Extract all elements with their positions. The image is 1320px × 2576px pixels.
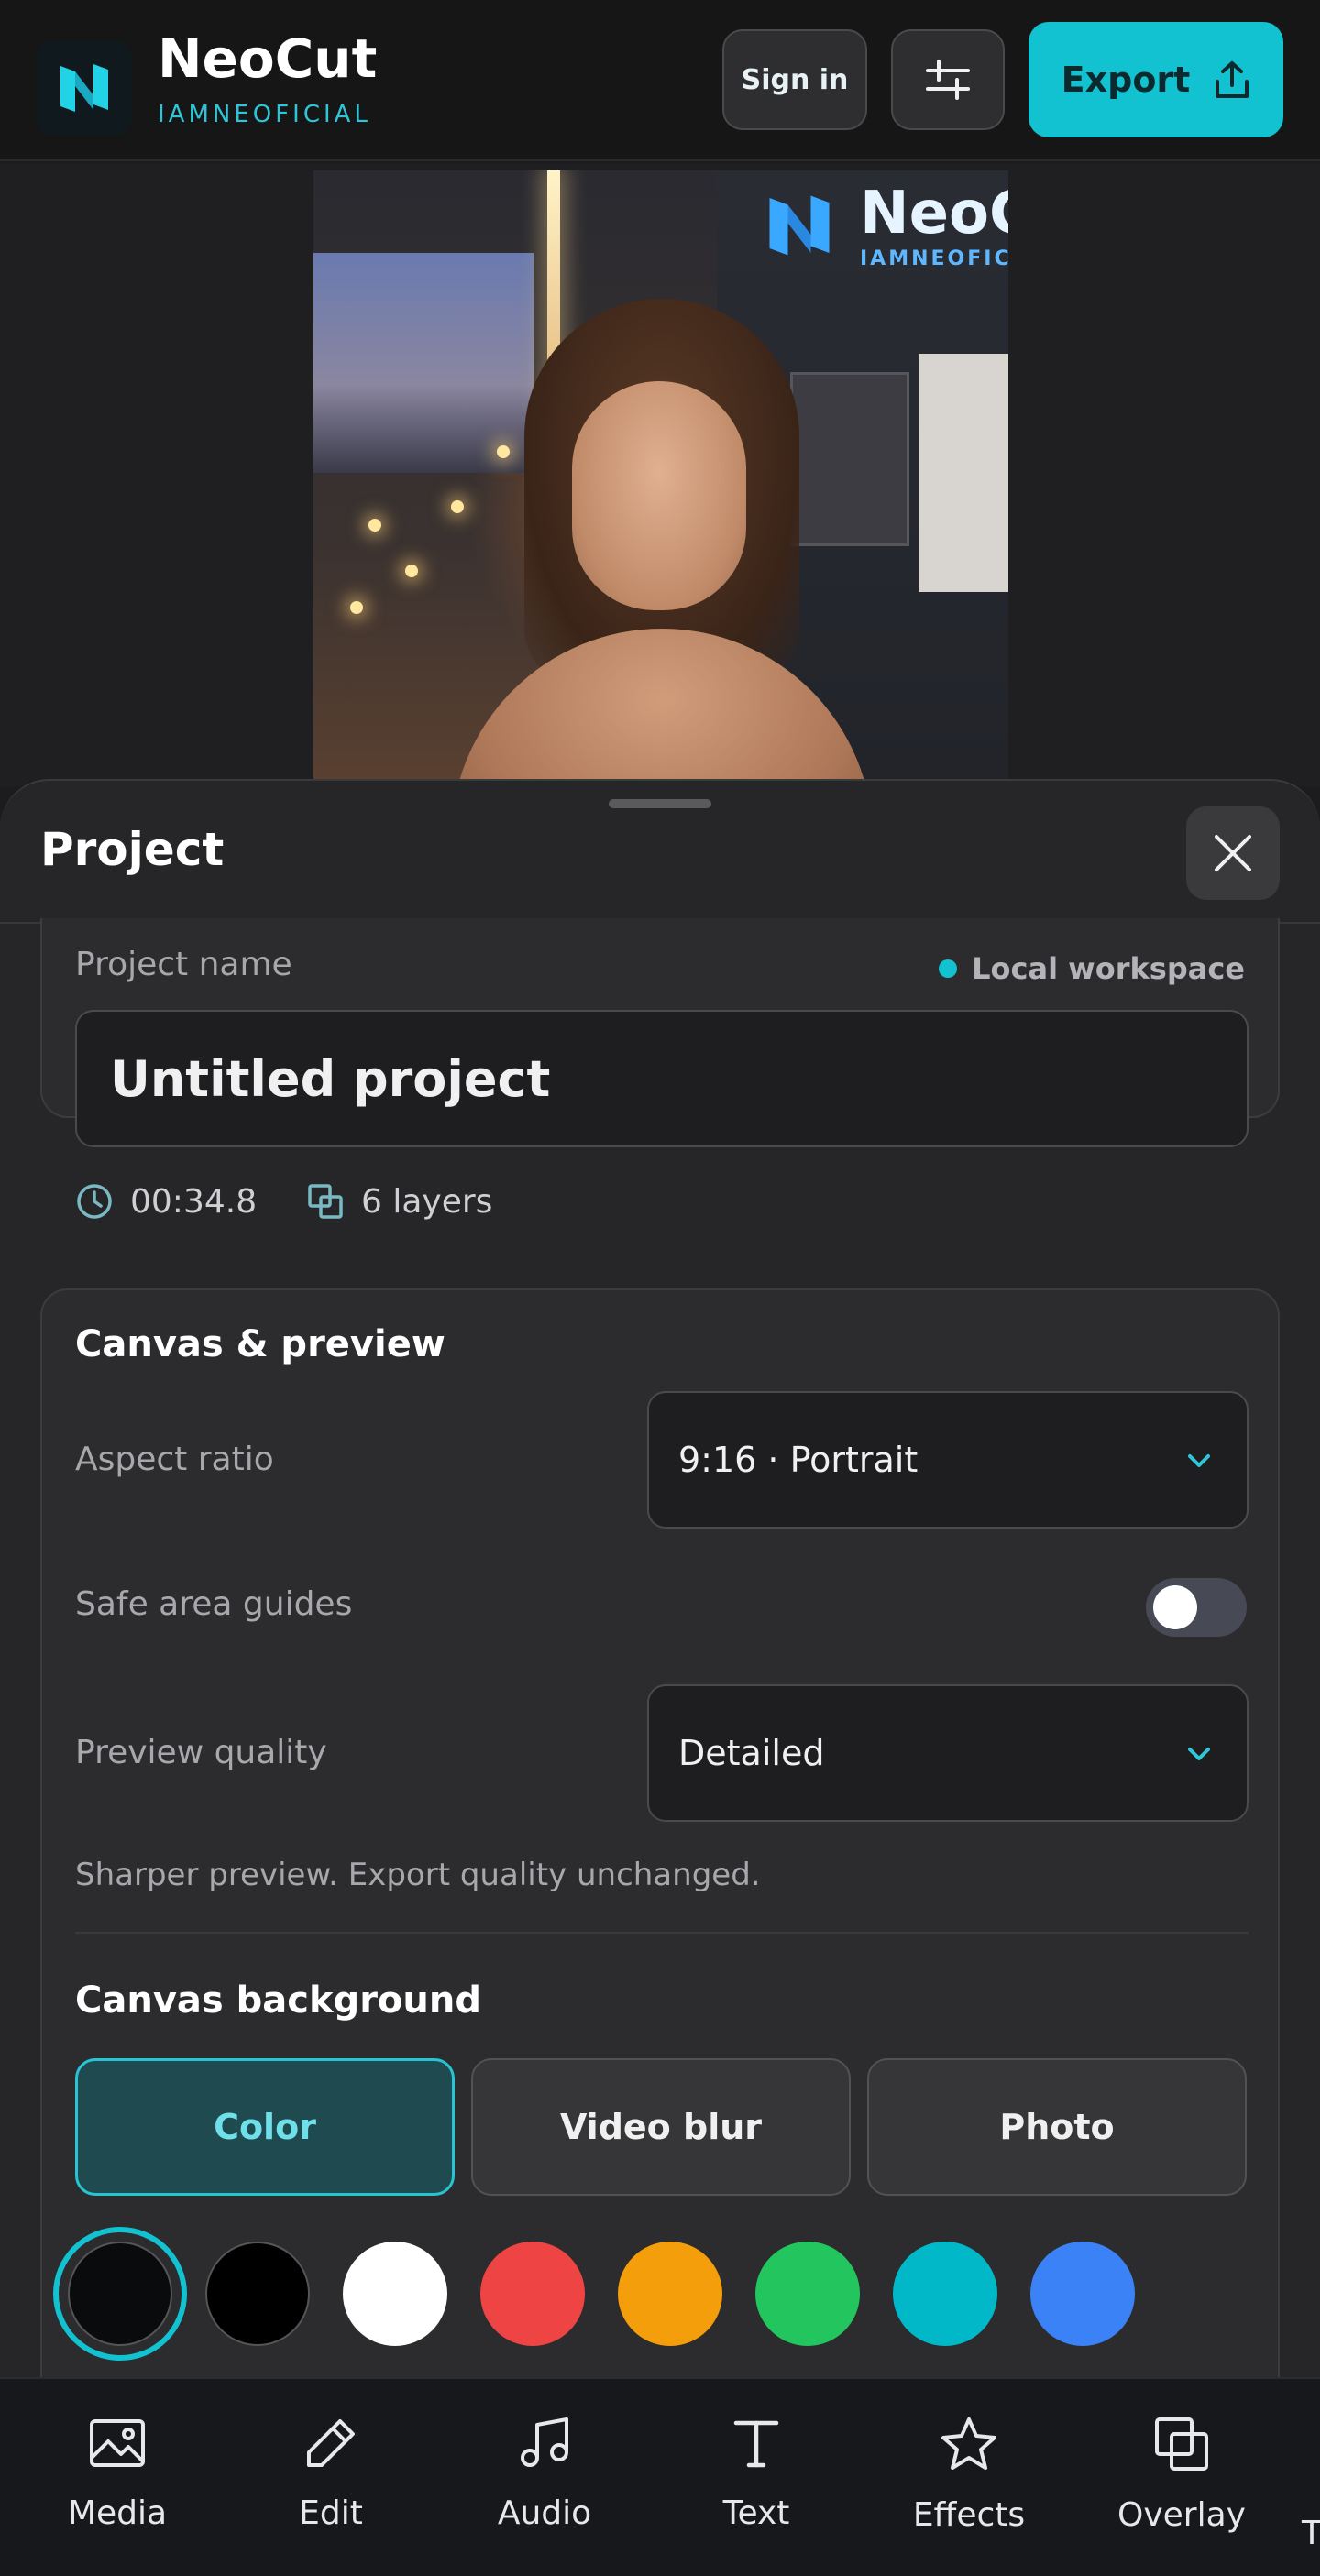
app-name: NeoCut bbox=[158, 27, 378, 90]
nav-media-label: Media bbox=[67, 2494, 168, 2532]
image-icon bbox=[90, 2419, 145, 2467]
person-face bbox=[572, 381, 746, 610]
sign-in-button[interactable]: Sign in bbox=[722, 29, 867, 130]
neocut-logo-icon bbox=[60, 64, 108, 112]
preview-quality-label: Preview quality bbox=[75, 1734, 327, 1771]
export-label: Export bbox=[1061, 60, 1191, 100]
nav-audio[interactable]: Audio bbox=[453, 2416, 636, 2532]
wall-brand-subtitle: IAMNEOFIC bbox=[860, 247, 1008, 270]
background-window bbox=[314, 253, 534, 473]
nav-edit-label: Edit bbox=[299, 2494, 363, 2532]
preview-quality-value: Detailed bbox=[678, 1733, 825, 1773]
workspace-label: Local workspace bbox=[972, 951, 1245, 986]
project-info-card: Project name Local workspace Untitled pr… bbox=[40, 918, 1280, 1221]
background-option-color[interactable]: Color bbox=[75, 2058, 455, 2196]
toggle-knob bbox=[1153, 1585, 1197, 1629]
close-icon bbox=[1215, 835, 1251, 871]
layers-meta: 6 layers bbox=[306, 1182, 492, 1221]
duration-meta: 00:34.8 bbox=[75, 1182, 257, 1221]
app-logo bbox=[37, 40, 132, 136]
sheet-drag-handle[interactable] bbox=[609, 799, 711, 808]
nav-edit[interactable]: Edit bbox=[239, 2416, 423, 2532]
top-app-bar: NeoCut IAMNEOFICIAL Sign in Export bbox=[0, 0, 1320, 161]
text-icon bbox=[733, 2420, 779, 2468]
color-swatch[interactable] bbox=[1030, 2242, 1135, 2346]
sheet-title: Project bbox=[40, 823, 225, 876]
wall-logo-icon bbox=[769, 195, 830, 256]
chevron-down-icon bbox=[1188, 1748, 1210, 1760]
canvas-background-title: Canvas background bbox=[75, 1979, 481, 2022]
safe-area-toggle[interactable] bbox=[1146, 1578, 1247, 1637]
preview-quality-select[interactable]: Detailed bbox=[647, 1684, 1248, 1822]
video-frame[interactable]: NeoC IAMNEOFIC bbox=[314, 170, 1008, 786]
chevron-down-icon bbox=[1188, 1454, 1210, 1467]
bokeh-light bbox=[451, 500, 464, 513]
layers-value: 6 layers bbox=[361, 1182, 493, 1221]
bottom-toolbar: Media Edit Audio Text Effects Overlay bbox=[0, 2377, 1320, 2576]
bokeh-light bbox=[368, 519, 381, 532]
aspect-ratio-value: 9:16 · Portrait bbox=[678, 1440, 918, 1480]
color-swatch[interactable] bbox=[68, 2242, 172, 2346]
app-subtitle: IAMNEOFICIAL bbox=[158, 101, 371, 128]
wall-poster-light bbox=[918, 354, 1008, 592]
nav-text-label: Text bbox=[722, 2494, 790, 2532]
layers-icon bbox=[308, 1184, 343, 1219]
project-name-input[interactable]: Untitled project bbox=[75, 1010, 1248, 1147]
workspace-badge: Local workspace bbox=[939, 951, 1245, 986]
nav-overlay-label: Overlay bbox=[1117, 2496, 1246, 2534]
background-option-photo[interactable]: Photo bbox=[867, 2058, 1247, 2196]
wall-brand-text: NeoC bbox=[860, 180, 1008, 247]
nav-media[interactable]: Media bbox=[26, 2416, 209, 2532]
overlay-icon bbox=[1155, 2417, 1208, 2471]
status-dot bbox=[939, 959, 958, 978]
pencil-icon bbox=[307, 2419, 355, 2467]
color-swatch[interactable] bbox=[343, 2242, 447, 2346]
background-option-video-blur[interactable]: Video blur bbox=[471, 2058, 851, 2196]
aspect-ratio-select[interactable]: 9:16 · Portrait bbox=[647, 1391, 1248, 1529]
nav-text[interactable]: Text bbox=[665, 2416, 848, 2532]
nav-audio-label: Audio bbox=[497, 2494, 592, 2532]
nav-item-partial-label[interactable]: T bbox=[1302, 2515, 1320, 2552]
color-swatch[interactable] bbox=[618, 2242, 722, 2346]
nav-effects-label: Effects bbox=[912, 2496, 1026, 2534]
section-divider bbox=[75, 1932, 1248, 1934]
export-button[interactable]: Export bbox=[1028, 22, 1283, 137]
safe-area-label: Safe area guides bbox=[75, 1585, 353, 1623]
duration-value: 00:34.8 bbox=[130, 1182, 258, 1221]
bokeh-light bbox=[497, 445, 510, 458]
settings-button[interactable] bbox=[891, 29, 1005, 130]
preview-quality-hint: Sharper preview. Export quality unchange… bbox=[75, 1857, 761, 1893]
color-swatch[interactable] bbox=[480, 2242, 585, 2346]
canvas-section-title: Canvas & preview bbox=[75, 1323, 446, 1365]
clock-icon bbox=[77, 1184, 112, 1219]
project-name-label: Project name bbox=[75, 946, 292, 983]
upload-icon bbox=[1216, 61, 1249, 98]
bokeh-light bbox=[350, 601, 363, 614]
nav-effects[interactable]: Effects bbox=[877, 2416, 1061, 2534]
nav-overlay[interactable]: Overlay bbox=[1090, 2416, 1273, 2534]
canvas-preview-card: Canvas & preview Aspect ratio 9:16 · Por… bbox=[40, 1288, 1280, 2383]
color-swatch[interactable] bbox=[205, 2242, 310, 2346]
music-note-icon bbox=[521, 2417, 568, 2467]
aspect-ratio-label: Aspect ratio bbox=[75, 1441, 274, 1478]
star-icon bbox=[941, 2417, 996, 2470]
sliders-icon bbox=[926, 60, 970, 100]
bokeh-light bbox=[405, 565, 418, 577]
video-preview-area: NeoC IAMNEOFIC bbox=[0, 163, 1320, 786]
close-button[interactable] bbox=[1186, 806, 1280, 900]
wall-poster bbox=[790, 372, 909, 546]
color-swatch[interactable] bbox=[755, 2242, 860, 2346]
project-sheet: Project Project name Local workspace Unt… bbox=[0, 779, 1320, 2383]
color-swatch[interactable] bbox=[893, 2242, 997, 2346]
